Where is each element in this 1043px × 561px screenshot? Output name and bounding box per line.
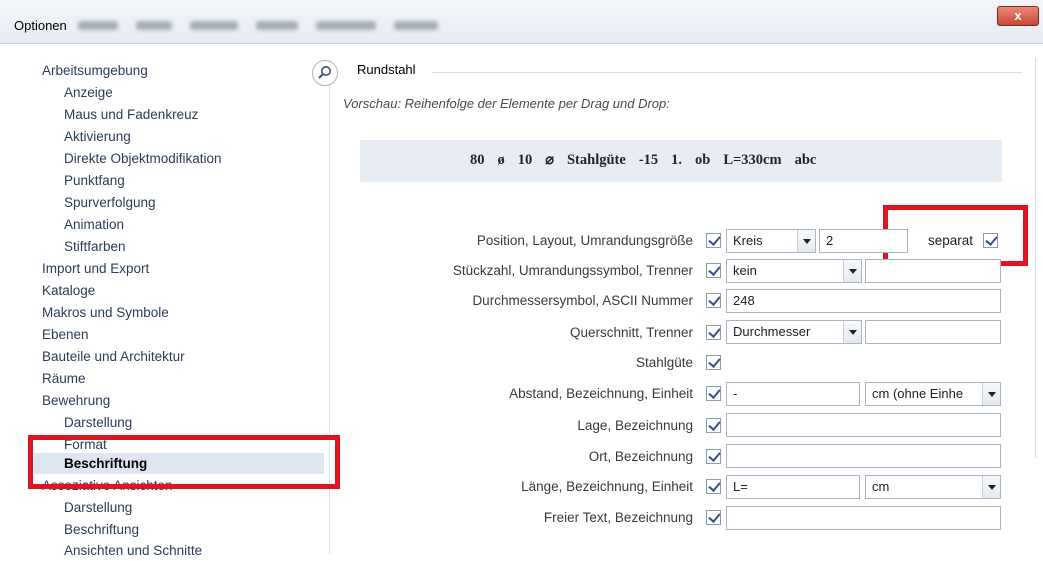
tree-item-stiftfarben[interactable]: Stiftfarben <box>64 236 126 257</box>
tree-item-objektmodifikation[interactable]: Direkte Objektmodifikation <box>64 148 222 169</box>
label-lage: Lage, Bezeichnung <box>577 418 693 433</box>
panel-scrollbar[interactable] <box>1035 58 1043 458</box>
tree-item-aktivierung[interactable]: Aktivierung <box>64 126 131 147</box>
checkbox-querschnitt[interactable] <box>706 325 721 340</box>
tree-item-punktfang[interactable]: Punktfang <box>64 170 125 191</box>
tree-item-ass-beschriftung[interactable]: Beschriftung <box>64 519 139 540</box>
input-free-text[interactable] <box>726 506 1001 530</box>
checkbox-stahlguete[interactable] <box>706 355 721 370</box>
checkbox-ort[interactable] <box>706 449 721 464</box>
label-stueckzahl: Stückzahl, Umrandungssymbol, Trenner <box>452 263 693 278</box>
preview-item-layer[interactable]: 1. <box>671 152 682 169</box>
preview-caption: Vorschau: Reihenfolge der Elemente per D… <box>343 96 670 111</box>
tree-item-ass-darstellung[interactable]: Darstellung <box>64 497 132 518</box>
combo-length-unit[interactable]: cm <box>865 475 1001 499</box>
input-layer-label[interactable] <box>726 413 1001 437</box>
combo-layout[interactable]: Kreis <box>726 229 816 253</box>
tree-item-makros[interactable]: Makros und Symbole <box>42 302 169 323</box>
preview-item-location[interactable]: ob <box>695 152 710 169</box>
tree-item-import-export[interactable]: Import und Export <box>42 258 149 279</box>
search-icon <box>318 66 331 79</box>
input-location-label[interactable] <box>726 444 1001 468</box>
checkbox-lage[interactable] <box>706 418 721 433</box>
title-bar: Optionen x <box>0 0 1043 44</box>
label-freitext: Freier Text, Bezeichnung <box>543 510 693 525</box>
preview-item-section-symbol[interactable]: ⌀ <box>545 152 554 169</box>
chevron-down-icon[interactable] <box>797 230 815 252</box>
tree-item-arbeitsumgebung[interactable]: Arbeitsumgebung <box>42 60 148 81</box>
window-title: Optionen <box>14 18 67 33</box>
tree-item-bauteile[interactable]: Bauteile und Architektur <box>42 346 185 367</box>
label-laenge: Länge, Bezeichnung, Einheit <box>521 479 693 494</box>
tree-item-ansichten-schnitte[interactable]: Ansichten und Schnitte <box>64 540 202 561</box>
input-separator-section[interactable] <box>865 320 1001 344</box>
combo-spacing-unit[interactable]: cm (ohne Einhe <box>865 382 1001 406</box>
label-position: Position, Layout, Umrandungsgröße <box>476 233 693 248</box>
label-querschnitt: Querschnitt, Trenner <box>569 325 693 340</box>
combo-cross-section-value: Durchmesser <box>733 324 811 339</box>
chevron-down-icon[interactable] <box>843 321 861 343</box>
preview-item-spacing[interactable]: -15 <box>639 152 658 169</box>
preview-item-diameter-symbol[interactable]: ø <box>498 152 505 169</box>
combo-cross-section[interactable]: Durchmesser <box>726 320 862 344</box>
input-ascii-number[interactable]: 248 <box>726 289 1001 313</box>
tree-item-bewehrung[interactable]: Bewehrung <box>42 390 110 411</box>
preview-item-steel-grade[interactable]: Stahlgüte <box>567 152 626 169</box>
checkbox-laenge[interactable] <box>706 479 721 494</box>
input-length-label[interactable]: L= <box>726 475 860 499</box>
highlight-box-tree <box>28 435 340 489</box>
preview-item-diameter[interactable]: 10 <box>518 152 533 169</box>
label-ort: Ort, Bezeichnung <box>588 449 693 464</box>
tree-item-raeume[interactable]: Räume <box>42 368 86 389</box>
checkbox-durchmesser[interactable] <box>706 293 721 308</box>
combo-spacing-unit-value: cm (ohne Einhe <box>872 386 964 401</box>
checkbox-position[interactable] <box>706 233 721 248</box>
tree-item-anzeige[interactable]: Anzeige <box>64 82 113 103</box>
section-divider <box>432 72 1022 73</box>
section-title: Rundstahl <box>357 62 416 77</box>
blurred-menu-bar <box>78 10 498 40</box>
tree-item-ebenen[interactable]: Ebenen <box>42 324 89 345</box>
preview-item-length[interactable]: L=330cm <box>723 152 781 169</box>
tree-item-kataloge[interactable]: Kataloge <box>42 280 95 301</box>
tree-item-bew-darstellung[interactable]: Darstellung <box>64 412 132 433</box>
label-durchmesser: Durchmessersymbol, ASCII Nummer <box>472 293 693 308</box>
preview-item-free-text[interactable]: abc <box>795 152 817 169</box>
tree-item-spurverfolgung[interactable]: Spurverfolgung <box>64 192 156 213</box>
label-stahlguete: Stahlgüte <box>635 355 693 370</box>
chevron-down-icon[interactable] <box>982 383 1000 405</box>
close-button[interactable]: x <box>997 6 1039 26</box>
combo-length-unit-value: cm <box>872 479 890 494</box>
search-button[interactable] <box>312 60 338 86</box>
input-border-size[interactable]: 2 <box>819 229 908 253</box>
label-abstand: Abstand, Bezeichnung, Einheit <box>509 386 693 401</box>
label-separat: separat <box>928 233 974 248</box>
tree-item-animation[interactable]: Animation <box>64 214 124 235</box>
checkbox-separat[interactable] <box>983 233 998 248</box>
preview-item-position[interactable]: 80 <box>470 152 485 169</box>
input-separator-count[interactable] <box>865 259 1001 283</box>
input-spacing-label[interactable]: - <box>726 382 860 406</box>
chevron-down-icon[interactable] <box>982 476 1000 498</box>
checkbox-stueckzahl[interactable] <box>706 263 721 278</box>
checkbox-abstand[interactable] <box>706 386 721 401</box>
preview-items: 80 ø 10 ⌀ Stahlgüte -15 1. ob L=330cm ab… <box>470 152 816 169</box>
tree-item-maus[interactable]: Maus und Fadenkreuz <box>64 104 198 125</box>
chevron-down-icon[interactable] <box>843 260 861 282</box>
checkbox-freitext[interactable] <box>706 510 721 525</box>
combo-border-symbol-value: kein <box>733 263 757 278</box>
combo-border-symbol[interactable]: kein <box>726 259 862 283</box>
combo-layout-value: Kreis <box>733 233 763 248</box>
